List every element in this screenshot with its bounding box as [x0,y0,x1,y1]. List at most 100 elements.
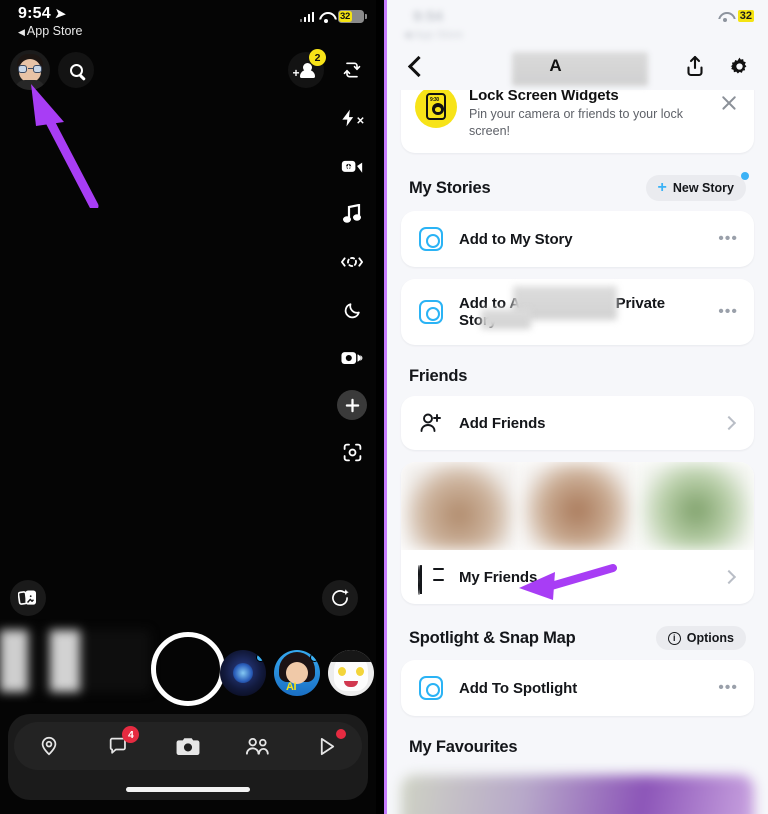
right-status-bar: 9:54 ◀ App Store [387,0,768,42]
lock-screen-widget-icon: 9:30 [415,90,457,128]
section-title: Friends [409,367,468,385]
bitmoji-avatar[interactable] [10,50,50,90]
promo-subtitle: Pin your camera or friends to your lock … [469,107,683,138]
row-label: Add Friends [459,414,546,432]
left-status-bar: 9:54 ➤ ◀ App Store 32 [0,0,376,48]
shutter-button[interactable] [151,632,225,706]
front-back-camera-icon[interactable] [336,246,368,278]
back-app-name: App Store [26,24,83,38]
wifi-icon [319,11,333,23]
more-dots-icon[interactable]: ••• [718,680,738,695]
spotlight-badge-dot [336,729,347,739]
annotation-arrow-avatar [31,84,99,208]
explore-lenses-icon[interactable] [322,580,358,616]
lens-thumbnail-ai[interactable]: AI [274,650,320,696]
add-friend-badge: 2 [309,49,326,66]
section-title: My Favourites [409,738,518,756]
section-title: Spotlight & Snap Map [409,628,576,647]
lock-screen-widgets-promo[interactable]: 9:30 Lock Screen Widgets Pin your camera… [401,90,754,153]
plus-icon[interactable] [337,390,367,420]
timer-video-icon[interactable] [336,150,368,182]
flip-camera-icon[interactable] [336,54,368,86]
row-label: Add To Spotlight [459,679,578,697]
snapchat-profile-screen: 9:54 ◀ App Store 32 A 9:30 Lock Screen W… [384,0,768,814]
right-status-indicators: 32 [718,10,754,22]
add-friend-icon[interactable]: + 2 [288,49,326,88]
new-story-label: New Story [672,181,734,195]
flash-off-icon[interactable]: ✕ [336,102,368,134]
friend-preview-thumbnail[interactable] [401,462,517,550]
section-header-spotlight: Spotlight & Snap Map i Options [387,604,768,660]
tab-camera[interactable] [165,729,211,763]
snapchat-camera-screen: 9:54 ➤ ◀ App Store 32 + 2 ✕ AI 4 [0,0,376,814]
new-story-badge-dot [741,172,749,180]
spotlight-options-button[interactable]: i Options [655,626,746,650]
tab-spotlight[interactable] [304,729,350,763]
row-label: My Friends [459,568,538,586]
row-label: Add to My Story [459,230,573,248]
battery-indicator: 32 [338,10,367,23]
status-indicators: 32 [299,10,367,23]
bottom-tab-bar: 4 [8,714,368,800]
camera-top-bar: + 2 [0,48,376,96]
back-to-app-label[interactable]: ◀ App Store [18,24,362,38]
lens-thumbnail-face[interactable] [328,650,374,696]
friend-preview-thumbnail[interactable] [638,462,754,550]
more-dots-icon[interactable]: ••• [718,304,738,319]
back-triangle-icon: ◀ [18,27,25,37]
share-icon[interactable] [682,53,708,79]
tab-chat[interactable]: 4 [95,726,141,763]
info-circle-icon: i [667,631,681,645]
page-title-text: A [549,56,562,75]
row-add-to-spotlight[interactable]: Add To Spotlight ••• [401,660,754,716]
redacted-name-overlay [511,52,648,86]
memories-cards-icon[interactable] [10,580,46,616]
right-status-time: 9:54 [413,8,444,25]
favourites-preview-strip[interactable] [401,775,754,814]
tab-stories[interactable] [235,729,281,763]
my-friends-card: My Friends [401,462,754,604]
row-add-to-my-story[interactable]: Add to My Story ••• [401,211,754,267]
section-title: My Stories [409,178,491,197]
back-chevron-icon[interactable] [403,53,429,79]
night-mode-moon-icon[interactable] [336,294,368,326]
section-header-friends: Friends [387,345,768,396]
location-arrow-icon: ➤ [54,5,67,22]
page-title: A [429,52,682,86]
new-story-button[interactable]: + New Story [645,172,749,201]
chevron-right-icon [721,569,737,585]
right-back-app: ◀ App Store [403,29,463,41]
scan-icon[interactable] [336,436,368,468]
row-add-friends[interactable]: Add Friends [401,396,754,450]
tab-map[interactable] [26,729,72,763]
lens-carousel: AI [220,650,376,696]
row-label-private-story: Add to A Private Story [459,286,704,329]
add-friends-card: Add Friends [401,396,754,450]
cellular-signal-icon [299,11,314,22]
friends-list-icon [417,565,445,595]
multi-snap-icon[interactable] [336,342,368,374]
camera-tools-sidebar: ✕ [330,54,374,468]
lens-thumbnail-cosmic[interactable] [220,650,266,696]
promo-title: Lock Screen Widgets [469,90,619,104]
home-indicator [126,787,250,792]
chevron-right-icon [721,415,737,431]
close-icon[interactable] [718,92,740,114]
more-dots-icon[interactable]: ••• [718,231,738,246]
music-note-icon[interactable] [336,198,368,230]
row-add-to-private-story[interactable]: Add to A Private Story ••• [401,279,754,345]
settings-gear-icon[interactable] [726,53,752,79]
row-my-friends[interactable]: My Friends [401,550,754,604]
add-person-icon [417,412,445,434]
profile-header: A [387,42,768,90]
profile-scroll-area[interactable]: 9:30 Lock Screen Widgets Pin your camera… [387,90,768,814]
search-icon[interactable] [58,52,94,88]
wifi-icon [718,11,732,22]
friend-preview-thumbnail[interactable] [519,462,636,550]
screenshot-root: 9:54 ➤ ◀ App Store 32 + 2 ✕ AI 4 9:54 ◀ … [0,0,768,814]
friend-preview-strip[interactable] [401,462,754,550]
section-header-my-stories: My Stories + New Story [387,153,768,211]
chat-badge: 4 [122,726,140,743]
private-story-card: Add to A Private Story ••• [401,279,754,345]
circle-camera-icon [417,300,445,324]
